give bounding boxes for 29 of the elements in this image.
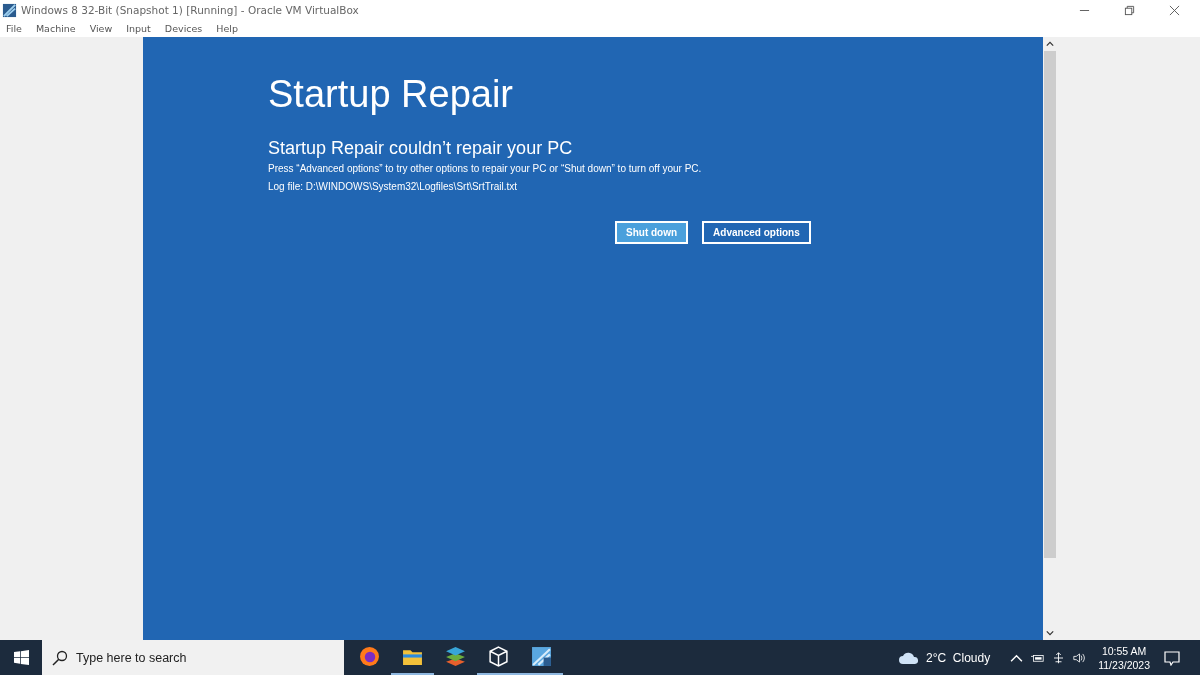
- menu-item[interactable]: Devices: [164, 23, 203, 34]
- speaker-icon[interactable]: [1073, 651, 1087, 664]
- screen-heading: Startup Repair: [268, 73, 514, 116]
- vm-window-icon: [531, 646, 552, 667]
- search-field[interactable]: Type here to search: [42, 640, 344, 675]
- close-icon[interactable]: [1169, 4, 1180, 16]
- menu-item[interactable]: View: [89, 23, 113, 34]
- clock-date[interactable]: 11/23/2023: [1098, 657, 1150, 672]
- scroll-down-icon[interactable]: [1046, 630, 1054, 636]
- start-icon[interactable]: [14, 650, 29, 665]
- menu-item[interactable]: Machine: [35, 23, 76, 34]
- virtualbox-logo-icon: [2, 2, 17, 18]
- layers-icon: [445, 646, 466, 667]
- screen-subheading: Startup Repair couldn’t repair your PC: [268, 138, 574, 159]
- log-file-text: Log file: D:\WINDOWS\System32\Logfiles\Srt\SrtTrail.txt: [268, 181, 519, 192]
- window-title: Windows 8 32-Bit (Snapshot 1) [Running] - Oracle VM VirtualBox: [21, 4, 359, 16]
- cube-icon: [488, 646, 509, 667]
- menu-item[interactable]: File: [6, 23, 22, 34]
- scrollbar-thumb[interactable]: [1044, 51, 1056, 558]
- message-text: Press “Advanced options” to try other options to repair your PC or “Shut down” to turn off your PC.: [268, 163, 703, 174]
- restore-icon[interactable]: [1124, 4, 1135, 16]
- dialog-button[interactable]: Advanced options: [702, 221, 811, 244]
- weather-text[interactable]: 2°C Cloudy: [926, 650, 991, 665]
- menu-item[interactable]: Input: [126, 23, 151, 34]
- notification-icon[interactable]: [1164, 649, 1180, 666]
- clock-time[interactable]: 10:55 AM: [1101, 643, 1147, 658]
- scroll-up-icon[interactable]: [1046, 41, 1054, 47]
- menu-item[interactable]: Help: [216, 23, 238, 34]
- cloud-icon: [898, 650, 921, 665]
